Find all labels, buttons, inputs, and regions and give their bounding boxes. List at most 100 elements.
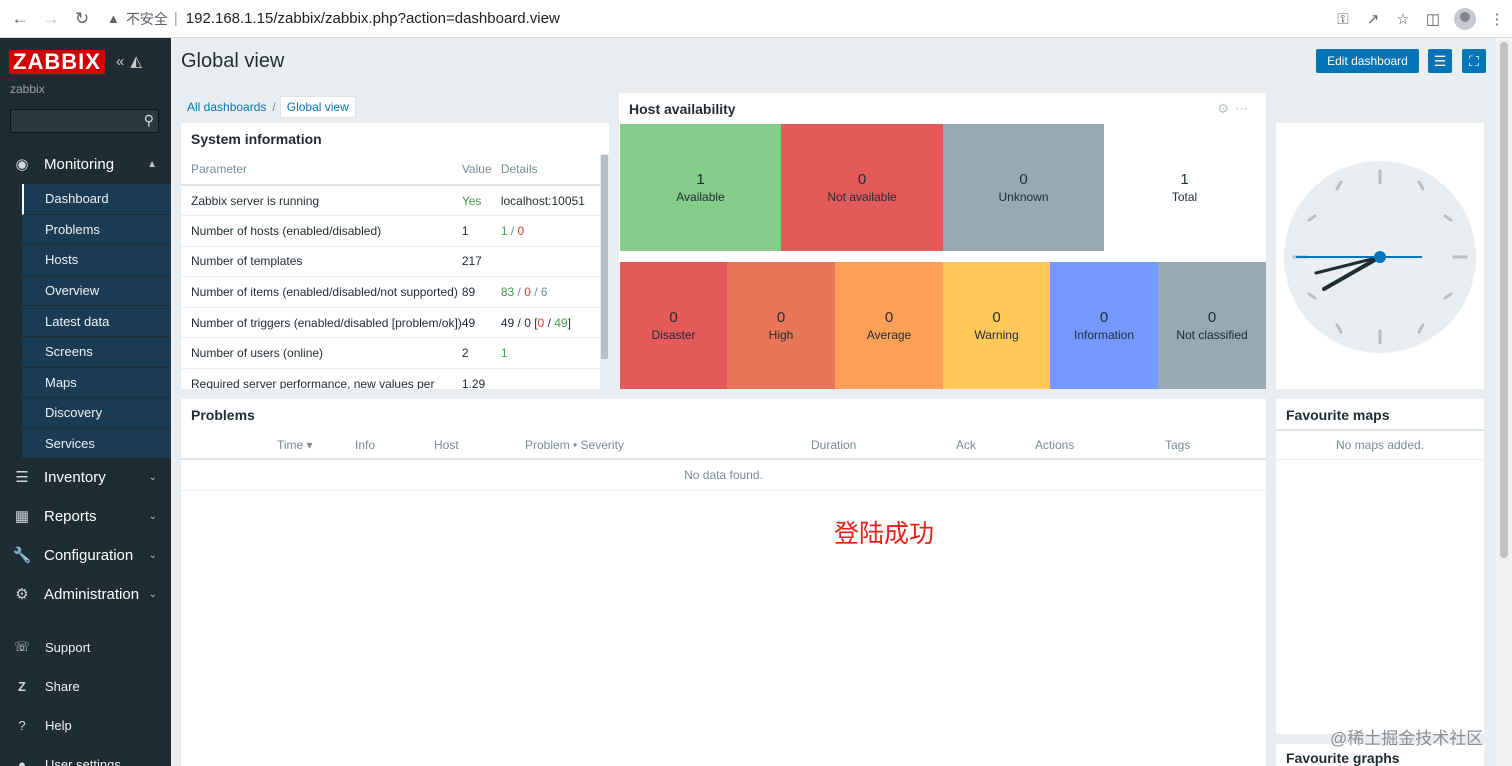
submenu-problems[interactable]: Problems <box>22 214 171 246</box>
status-label: Unknown <box>998 190 1049 204</box>
status-unknown[interactable]: 0 Unknown <box>943 124 1104 251</box>
menu-share[interactable]: Z Share <box>0 671 171 701</box>
param-cell: Number of templates <box>181 246 462 278</box>
table-row: Number of items (enabled/disabled/not su… <box>181 276 600 308</box>
dashboard-menu-button[interactable]: ☰ <box>1428 49 1452 73</box>
breadcrumb-current[interactable]: Global view <box>279 96 356 118</box>
back-icon[interactable]: ← <box>9 8 31 30</box>
menu-administration-label: Administration <box>44 585 140 603</box>
reload-icon[interactable]: ↻ <box>71 8 93 30</box>
severity-average[interactable]: 0 Average <box>835 262 943 389</box>
menu-user-settings[interactable]: ● User settings <box>0 749 171 766</box>
submenu-dashboard[interactable]: Dashboard <box>22 184 171 215</box>
param-cell: Number of items (enabled/disabled/not su… <box>181 276 462 308</box>
details-cell: 49 / 0 [0 / 49] <box>500 307 600 339</box>
menu-user-settings-label: User settings <box>45 756 121 766</box>
breadcrumb-separator: / <box>272 100 276 114</box>
profile-avatar[interactable] <box>1454 8 1476 30</box>
forward-icon[interactable]: → <box>40 8 62 30</box>
submenu-maps[interactable]: Maps <box>22 367 171 399</box>
edit-dashboard-button[interactable]: Edit dashboard <box>1316 49 1419 73</box>
submenu-overview[interactable]: Overview <box>22 275 171 307</box>
widget-tools: ⚙⋯ <box>1217 101 1254 117</box>
sidebar-search-input[interactable]: ⚲ <box>10 109 159 133</box>
host-availability-widget: Host availability ⚙⋯ 1 Available 0 Not a… <box>619 93 1266 389</box>
browser-toolbar: ← → ↻ ▲ 不安全 | 192.168.1.15/zabbix/zabbix… <box>0 0 1512 38</box>
widget-scrollbar-thumb[interactable] <box>601 155 608 359</box>
value-cell: 1 <box>461 215 501 247</box>
severity-high[interactable]: 0 High <box>727 262 835 389</box>
collapse-icon[interactable]: « <box>116 53 130 70</box>
address-bar[interactable]: ▲ 不安全 | 192.168.1.15/zabbix/zabbix.php?a… <box>107 5 560 33</box>
table-header-row: Parameter Value Details <box>181 154 600 186</box>
column-header: Value <box>461 154 501 186</box>
severity-count: 0 <box>776 309 786 326</box>
enabled-count: 83 <box>500 285 515 300</box>
breadcrumb-all-dashboards[interactable]: All dashboards <box>181 100 272 114</box>
severity-warning[interactable]: 0 Warning <box>943 262 1050 389</box>
sidebar-collapse-icons: «◭ <box>116 52 148 70</box>
hamburger-icon: ☰ <box>1433 52 1447 69</box>
menu-monitoring-label: Monitoring <box>44 155 115 173</box>
page-scrollbar[interactable] <box>1496 38 1512 766</box>
status-count: 0 <box>857 171 867 188</box>
fullscreen-button[interactable]: ⛶ <box>1462 49 1486 73</box>
severity-count: 0 <box>1207 309 1217 326</box>
no-data-message: No data found. <box>181 460 1266 491</box>
submenu-hosts[interactable]: Hosts <box>22 245 171 276</box>
online-count: 1 <box>500 346 508 361</box>
not-supported-count: 6 <box>540 285 548 300</box>
severity-disaster[interactable]: 0 Disaster <box>620 262 727 389</box>
status-label: Available <box>676 190 725 204</box>
key-icon[interactable]: ⚿ <box>1328 11 1358 28</box>
sidebar: ZABBIX «◭ zabbix ⚲ ◉ Monitoring ▲ Dashbo… <box>0 38 171 766</box>
table-row: Required server performance, new values … <box>181 368 600 389</box>
search-icon[interactable]: ⚲ <box>144 112 154 129</box>
column-header: Details <box>500 154 600 186</box>
chevron-down-icon: ⌄ <box>148 549 157 561</box>
column-header-time[interactable]: Time ▾ <box>277 438 313 452</box>
url-text[interactable]: 192.168.1.15/zabbix/zabbix.php?action=da… <box>186 10 560 27</box>
submenu-discovery[interactable]: Discovery <box>22 398 171 429</box>
submenu-services[interactable]: Services <box>22 428 171 460</box>
menu-configuration[interactable]: 🔧 Configuration ⌄ <box>0 537 171 573</box>
address-separator: | <box>173 10 178 27</box>
warning-icon[interactable]: ▲ <box>107 11 120 26</box>
help-icon: ? <box>18 717 26 733</box>
status-available[interactable]: 1 Available <box>620 124 781 251</box>
status-not-available[interactable]: 0 Not available <box>781 124 943 251</box>
column-header-problem: Problem • Severity <box>525 438 624 452</box>
star-icon[interactable]: ☆ <box>1388 10 1418 28</box>
severity-information[interactable]: 0 Information <box>1050 262 1158 389</box>
menu-monitoring[interactable]: ◉ Monitoring ▲ <box>0 146 171 182</box>
widget-title: Favourite maps <box>1286 407 1390 423</box>
severity-not-classified[interactable]: 0 Not classified <box>1158 262 1266 389</box>
no-maps-message: No maps added. <box>1276 429 1484 460</box>
submenu-screens[interactable]: Screens <box>22 336 171 368</box>
headset-icon: ☏ <box>13 639 31 654</box>
submenu-latest-data[interactable]: Latest data <box>22 306 171 337</box>
system-information-widget: System information Parameter Value Detai… <box>181 123 609 389</box>
disabled-count: 0 <box>524 315 531 330</box>
wrench-icon: 🔧 <box>12 547 32 564</box>
status-count: 1 <box>696 171 705 188</box>
column-header-duration: Duration <box>811 438 857 452</box>
sidepanel-icon[interactable]: ◫ <box>1418 10 1448 28</box>
eye-icon: ◉ <box>15 156 29 173</box>
menu-support[interactable]: ☏ Support <box>0 632 171 662</box>
page-title: Global view <box>181 50 285 72</box>
menu-help[interactable]: ? Help <box>0 710 171 740</box>
more-dots-icon[interactable]: ⋯ <box>1235 101 1254 116</box>
chevron-down-icon: ⌄ <box>148 471 157 483</box>
widget-title: System information <box>191 131 322 147</box>
share-icon[interactable]: ↗ <box>1358 10 1388 28</box>
table-row: Number of users (online) 2 1 <box>181 337 600 370</box>
zabbix-logo[interactable]: ZABBIX <box>9 50 105 74</box>
gear-icon[interactable]: ⚙ <box>1217 101 1235 116</box>
kiosk-icon[interactable]: ◭ <box>130 53 148 70</box>
menu-inventory[interactable]: ☰ Inventory ⌄ <box>0 459 171 495</box>
menu-dots-icon[interactable]: ⋮ <box>1482 10 1512 28</box>
page-scrollbar-thumb[interactable] <box>1500 42 1508 558</box>
menu-administration[interactable]: ⚙ Administration ⌄ <box>0 576 171 612</box>
menu-reports[interactable]: ▦ Reports ⌄ <box>0 498 171 534</box>
